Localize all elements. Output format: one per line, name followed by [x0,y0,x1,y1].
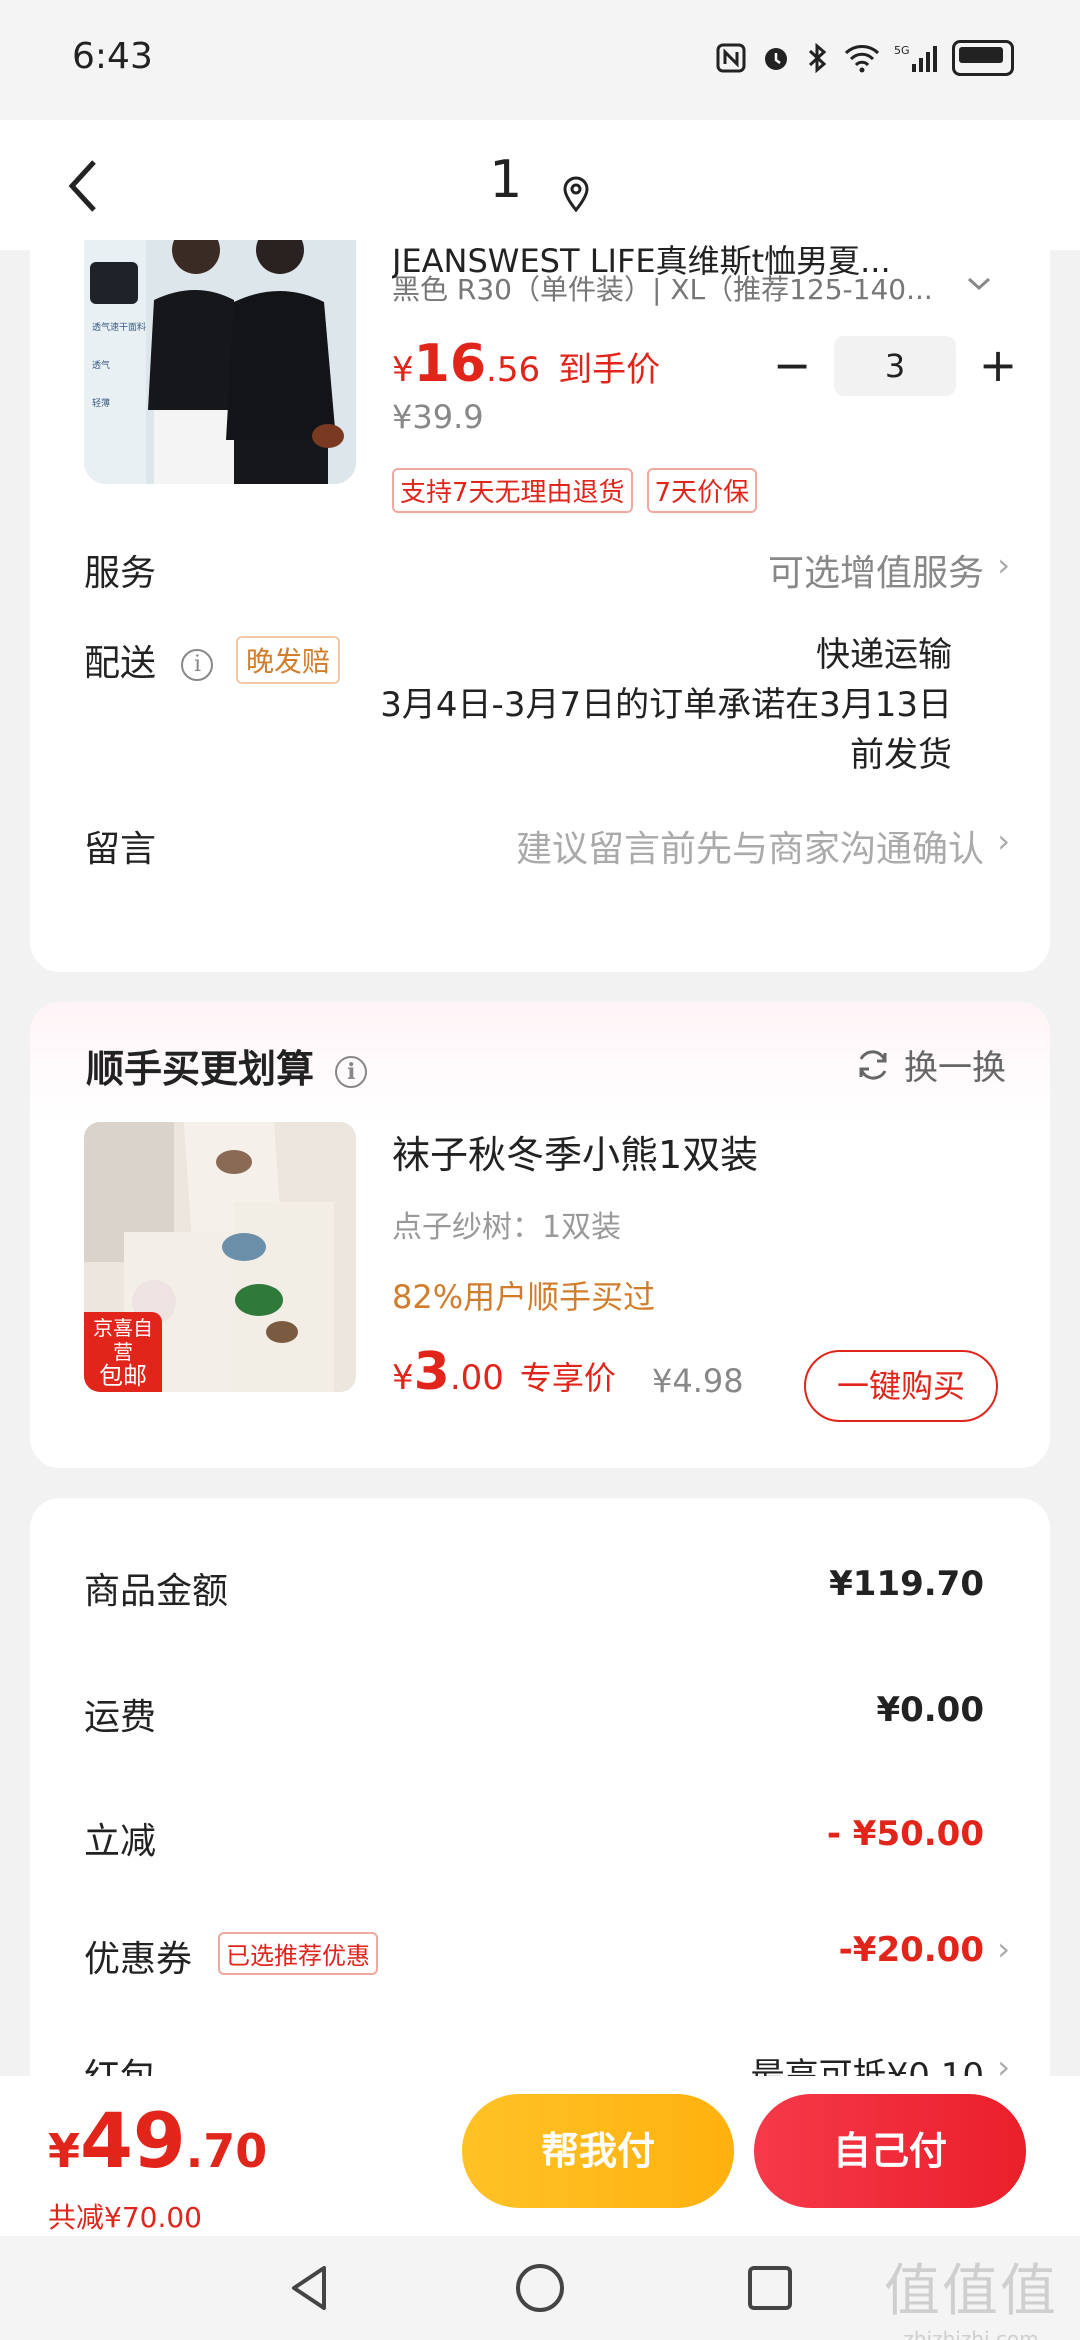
goods-amount-label: 商品金额 [84,1571,229,1612]
delivery-label: 配送 i [84,634,214,686]
status-time: 6:43 [72,36,153,77]
coupon-value[interactable]: -¥20.00 [839,1930,984,1970]
product-original-price: ¥39.9 [392,398,484,436]
quantity-decrease-button[interactable]: − [762,336,822,396]
message-input[interactable]: 建议留言前先与商家沟通确认 [516,820,984,872]
quantity-value[interactable]: 3 [834,336,956,396]
system-home-icon[interactable] [510,2258,570,2318]
addon-price: ¥3.00 专享价 [392,1342,616,1402]
recommended-coupon-badge: 已选推荐优惠 [218,1932,378,1975]
price-protect-tag: 7天价保 [646,468,758,513]
pay-myself-button[interactable]: 自己付 [754,2094,1026,2208]
addon-product-image[interactable]: 京喜自营 包邮 [84,1122,356,1392]
return-policy-tag: 支持7天无理由退货 [392,468,633,513]
page-title[interactable]: 1 [0,150,1080,213]
quantity-stepper: − 3 + [762,336,1028,396]
info-icon[interactable]: i [181,649,214,681]
addon-title: 顺手买更划算 i [86,1038,368,1093]
svg-text:透气速干面料: 透气速干面料 [92,321,146,333]
price-summary-card: 商品金额 ¥119.70 运费 ¥0.00 立减 - ¥50.00 优惠券 已选… [30,1498,1050,2098]
system-back-icon[interactable] [280,2258,340,2318]
service-value[interactable]: 可选增值服务 [768,544,984,596]
location-pin-icon [561,165,591,213]
address-label: 1 [489,150,523,210]
addon-product-spec: 点子纱树：1双装 [392,1210,622,1245]
late-compensation-badge: 晚发赔 [236,636,341,684]
discount-label: 立减 [84,1821,157,1862]
nfc-icon [716,40,746,76]
discount-value: - ¥50.00 [826,1814,984,1854]
alarm-icon [760,40,792,76]
coupon-label: 优惠券 [84,1939,193,1980]
quantity-increase-button[interactable]: + [968,336,1028,396]
delivery-method: 快递运输 [816,635,952,675]
order-card: 透气速干面料 透气 轻薄 JEANSWEST LIFE真维斯t恤男夏... 黑色… [30,240,1050,972]
chevron-right-icon[interactable]: › [997,822,1010,860]
product-spec[interactable]: 黑色 R30（单件装）| XL（推荐125-140... [392,268,933,308]
chevron-right-icon[interactable]: › [997,1930,1010,1968]
service-label: 服务 [84,553,157,594]
addon-original-price: ¥4.98 [652,1362,744,1400]
watermark: 值值值 zhizhizhi.com [884,2259,1058,2340]
delivery-info: 快递运输 3月4日-3月7日的订单承诺在3月13日前发货 [352,630,952,780]
product-price: ¥16.56 到手价 [392,334,661,394]
info-icon[interactable]: i [335,1055,368,1088]
battery-icon [952,40,1014,76]
product-tags: 支持7天无理由退货 7天价保 [392,468,758,513]
addon-card: 顺手买更划算 i 换一换 京喜自营 包邮 袜子秋冬季小熊1双装 点子纱树：1双装… [30,1002,1050,1468]
wifi-icon [844,40,880,76]
svg-text:透气: 透气 [92,359,110,371]
status-icons: 5G [716,40,1014,76]
total-price: ¥49.70 [48,2096,268,2185]
addon-product-title[interactable]: 袜子秋冬季小熊1双装 [392,1124,758,1179]
chevron-right-icon[interactable]: › [997,546,1010,584]
svg-text:轻薄: 轻薄 [92,397,110,409]
addon-purchase-stat: 82%用户顺手买过 [392,1278,656,1316]
nav-bar: 1 [0,120,1080,250]
shipping-value: ¥0.00 [876,1690,984,1730]
system-recents-icon[interactable] [740,2258,800,2318]
signal-icon: 5G [894,40,938,76]
goods-amount-value: ¥119.70 [829,1564,984,1604]
refresh-icon [859,1049,887,1080]
one-click-buy-button[interactable]: 一键购买 [804,1350,998,1422]
total-saved[interactable]: 共减¥70.00 [48,2196,202,2236]
chevron-down-icon[interactable] [966,270,992,300]
delivery-promise: 3月4日-3月7日的订单承诺在3月13日前发货 [380,685,952,775]
checkout-bar: ¥49.70 共减¥70.00 帮我付 自己付 [0,2076,1080,2236]
help-me-pay-button[interactable]: 帮我付 [462,2094,734,2208]
product-image[interactable]: 透气速干面料 透气 轻薄 [84,240,356,484]
svg-text:5G: 5G [894,44,910,57]
message-label: 留言 [84,829,157,870]
self-operated-badge: 京喜自营 包邮 [84,1312,162,1392]
swap-button[interactable]: 换一换 [854,1040,1006,1089]
shipping-label: 运费 [84,1697,157,1738]
bluetooth-icon [806,40,830,76]
status-bar: 6:43 5G [0,0,1080,120]
